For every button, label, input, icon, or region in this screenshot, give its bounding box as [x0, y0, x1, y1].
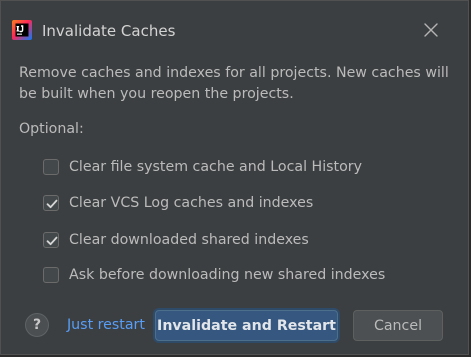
checkmark-icon	[46, 236, 58, 246]
optional-heading: Optional:	[19, 121, 84, 137]
dialog-title: Invalidate Caches	[42, 22, 176, 40]
help-icon[interactable]: ?	[25, 313, 49, 337]
checkmark-icon	[46, 199, 58, 209]
title-bar: Invalidate Caches	[1, 1, 468, 45]
checkbox-checked[interactable]	[43, 232, 59, 248]
checkbox-checked[interactable]	[43, 195, 59, 211]
close-icon[interactable]	[420, 19, 442, 41]
option-label: Clear file system cache and Local Histor…	[69, 159, 363, 175]
option-clear-vcs-log-caches[interactable]: Clear VCS Log caches and indexes	[43, 193, 313, 213]
intellij-idea-icon	[12, 20, 32, 40]
option-label: Clear downloaded shared indexes	[69, 232, 309, 248]
option-label: Clear VCS Log caches and indexes	[69, 195, 314, 211]
checkbox-unchecked[interactable]	[43, 159, 59, 175]
just-restart-link[interactable]: Just restart	[67, 317, 145, 333]
option-clear-downloaded-shared-indexes[interactable]: Clear downloaded shared indexes	[43, 230, 309, 250]
cancel-button[interactable]: Cancel	[353, 310, 443, 341]
checkbox-unchecked[interactable]	[43, 267, 59, 283]
dialog-message: Remove caches and indexes for all projec…	[19, 65, 449, 102]
option-label: Ask before downloading new shared indexe…	[69, 267, 386, 283]
option-ask-before-downloading[interactable]: Ask before downloading new shared indexe…	[43, 265, 385, 285]
invalidate-caches-dialog: Invalidate Caches Remove caches and inde…	[0, 0, 469, 355]
option-clear-file-system-cache[interactable]: Clear file system cache and Local Histor…	[43, 157, 362, 177]
invalidate-and-restart-button[interactable]: Invalidate and Restart	[155, 310, 338, 341]
